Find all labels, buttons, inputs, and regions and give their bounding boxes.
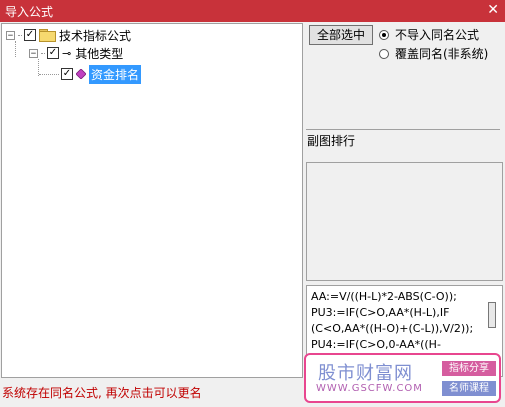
code-line: AA:=V/((H-L)*2-ABS(C-O)); [311, 290, 457, 303]
site-watermark: 股市财富网 WWW.GSCFW.COM 指标分享 名师课程 [304, 353, 501, 403]
collapse-icon[interactable]: − [6, 30, 15, 40]
status-message: 系统存在同名公式, 再次点击可以更名 [2, 386, 202, 400]
tree-node-group[interactable]: − ✓ ⊸ 其他类型 [29, 44, 123, 62]
tree-connector [41, 52, 45, 54]
watermark-url: WWW.GSCFW.COM [316, 383, 423, 394]
radio-unselected-icon[interactable] [379, 48, 389, 59]
formula-icon [76, 69, 86, 79]
option-label: 不导入同名公式 [395, 28, 480, 42]
window-title: 导入公式 [5, 5, 54, 19]
root-checkbox[interactable]: ✓ [24, 29, 36, 41]
watermark-badge: 指标分享 [442, 361, 496, 376]
formula-tree[interactable]: − ✓ 技术指标公式 − ✓ ⊸ 其他类型 ✓ 资金排名 [1, 23, 303, 378]
code-line: PU4:=IF(C>O,0-AA*((H- [311, 338, 441, 351]
folder-icon [39, 29, 56, 42]
group-checkbox[interactable]: ✓ [47, 47, 59, 59]
watermark-logo: 股市财富网 [318, 363, 413, 384]
option-skip-duplicates[interactable]: 不导入同名公式 [379, 26, 479, 43]
scrollbar-thumb[interactable] [488, 302, 496, 328]
close-icon[interactable]: ✕ [487, 2, 499, 18]
radio-selected-icon[interactable] [379, 29, 389, 40]
option-overwrite-duplicates[interactable]: 覆盖同名(非系统) [379, 45, 488, 62]
code-line: PU3:=IF(C>O,AA*(H-L),IF [311, 306, 450, 319]
tree-node-root[interactable]: − ✓ 技术指标公式 [6, 26, 131, 44]
formula-caption-text: 副图排行 [307, 134, 356, 148]
tree-node-item[interactable]: ✓ 资金排名 [39, 64, 142, 84]
code-line: (C<O,AA*((H-O)+(C-L)),V/2)); [311, 322, 474, 335]
import-formula-dialog: 导入公式 ✕ − ✓ 技术指标公式 − ✓ ⊸ 其他类型 ✓ 资金排名 全部选中… [0, 0, 505, 407]
item-checkbox[interactable]: ✓ [61, 68, 73, 80]
tree-connector [18, 34, 22, 36]
collapse-icon[interactable]: − [29, 48, 38, 58]
tree-node-label-selected: 资金排名 [89, 64, 142, 84]
key-icon: ⊸ [62, 46, 72, 60]
title-bar: 导入公式 ✕ [0, 0, 505, 22]
option-label: 覆盖同名(非系统) [395, 47, 489, 61]
formula-caption: 副图排行 [306, 129, 500, 157]
tree-connector [39, 73, 59, 75]
select-all-button[interactable]: 全部选中 [309, 25, 373, 45]
tree-node-label: 其他类型 [75, 46, 124, 61]
tree-node-label: 技术指标公式 [59, 28, 132, 43]
preview-panel [306, 162, 503, 281]
watermark-badge: 名师课程 [442, 381, 496, 396]
